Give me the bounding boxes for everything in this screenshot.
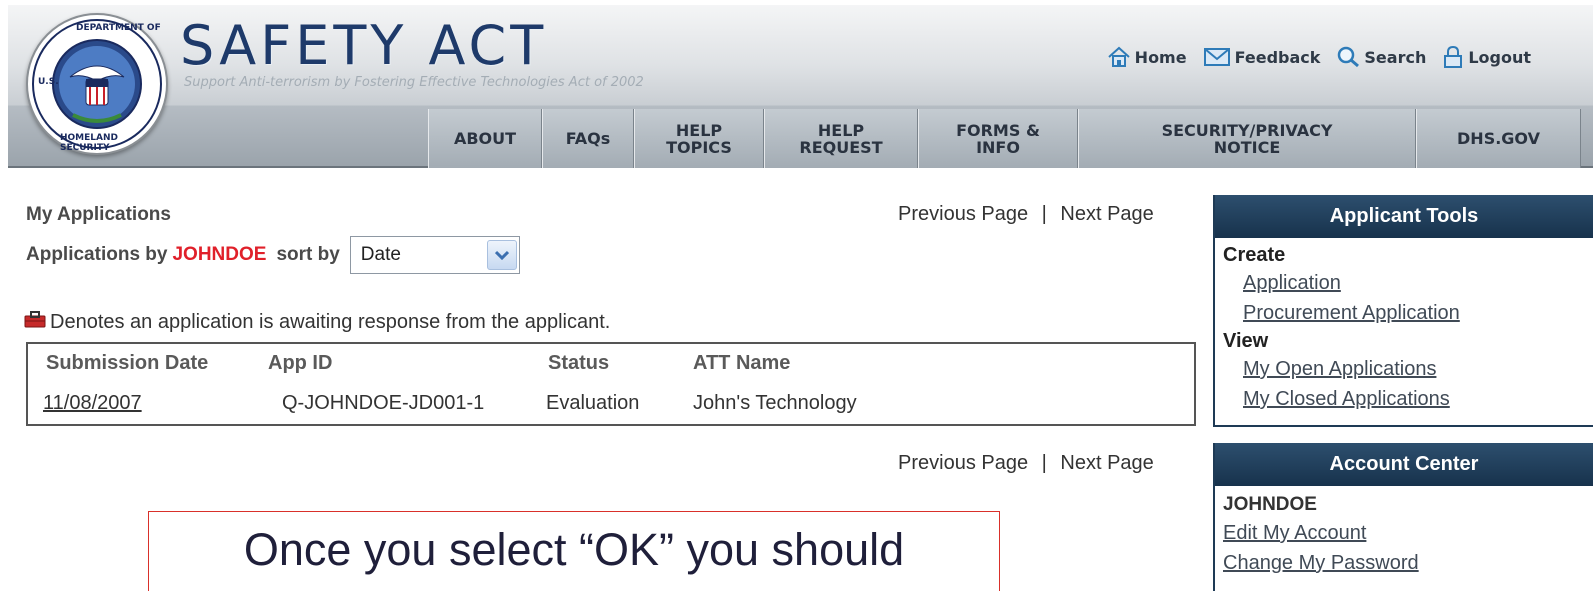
pager-separator-bottom: | bbox=[1041, 452, 1047, 474]
change-my-password-link[interactable]: Change My Password bbox=[1223, 548, 1593, 578]
nav-tab-security-privacy[interactable]: SECURITY/PRIVACY NOTICE bbox=[1078, 109, 1416, 168]
column-header-app-id[interactable]: App ID bbox=[268, 352, 332, 375]
legend-text: Denotes an application is awaiting respo… bbox=[50, 310, 611, 333]
utility-nav: Home Feedback Search Logout bbox=[1107, 45, 1531, 69]
sort-prefix: Applications by bbox=[26, 244, 168, 265]
username-highlight: JOHNDOE bbox=[172, 244, 267, 265]
nav-tab-faqs[interactable]: FAQs bbox=[542, 109, 634, 168]
feedback-link[interactable]: Feedback bbox=[1203, 46, 1321, 68]
sort-dropdown[interactable]: Date bbox=[349, 236, 520, 274]
pager-bottom: Previous Page | Next Page bbox=[898, 452, 1154, 475]
toolbox-icon bbox=[24, 310, 46, 334]
create-procurement-application-link[interactable]: Procurement Application bbox=[1243, 298, 1593, 328]
previous-page-link-bottom[interactable]: Previous Page bbox=[898, 452, 1028, 474]
applications-table: Submission Date App ID Status ATT Name 1… bbox=[26, 342, 1196, 426]
previous-page-link[interactable]: Previous Page bbox=[898, 203, 1028, 225]
seal-text-bottom: HOMELAND SECURITY bbox=[60, 133, 118, 153]
sort-bar: Applications by JOHNDOE sort by Date bbox=[26, 236, 520, 274]
view-group-label: View bbox=[1223, 330, 1269, 352]
pager-top: Previous Page | Next Page bbox=[898, 203, 1154, 226]
logout-link[interactable]: Logout bbox=[1442, 45, 1531, 69]
nav-tab-help-topics[interactable]: HELP TOPICS bbox=[634, 109, 764, 168]
dhs-seal-logo[interactable]: DEPARTMENT OF U.S. HOMELAND SECURITY bbox=[26, 13, 168, 155]
nav-tab-forms-info[interactable]: FORMS & INFO bbox=[918, 109, 1078, 168]
lock-icon bbox=[1442, 45, 1464, 69]
feedback-label: Feedback bbox=[1234, 47, 1321, 67]
site-tagline: Support Anti-terrorism by Fostering Effe… bbox=[184, 75, 644, 90]
nav-security-line2: NOTICE bbox=[1213, 137, 1281, 157]
nav-faqs-label: FAQs bbox=[565, 129, 611, 148]
edit-my-account-link[interactable]: Edit My Account bbox=[1223, 518, 1593, 548]
seal-text-top: DEPARTMENT OF bbox=[76, 23, 161, 33]
att-name-cell: John's Technology bbox=[693, 392, 857, 414]
awaiting-response-legend: Denotes an application is awaiting respo… bbox=[24, 310, 610, 334]
instruction-callout: Once you select “OK” you should bbox=[148, 511, 1000, 591]
account-username: JOHNDOE bbox=[1223, 494, 1317, 515]
column-header-submission-date[interactable]: Submission Date bbox=[46, 352, 208, 375]
account-center-title: Account Center bbox=[1215, 443, 1593, 486]
nav-tab-help-request[interactable]: HELP REQUEST bbox=[764, 109, 918, 168]
next-page-link-bottom[interactable]: Next Page bbox=[1060, 452, 1153, 474]
home-link[interactable]: Home bbox=[1107, 46, 1187, 68]
home-icon bbox=[1107, 46, 1131, 68]
column-header-att-name[interactable]: ATT Name bbox=[693, 352, 790, 375]
nav-help-topics-line2: TOPICS bbox=[666, 137, 732, 157]
create-application-link[interactable]: Application bbox=[1243, 268, 1593, 298]
nav-tab-dhs-gov[interactable]: DHS.GOV bbox=[1416, 109, 1581, 168]
search-label: Search bbox=[1364, 47, 1427, 67]
nav-help-request-line2: REQUEST bbox=[799, 137, 883, 157]
column-header-status[interactable]: Status bbox=[548, 352, 609, 375]
seal-text-left: U.S. bbox=[38, 77, 59, 87]
applicant-tools-panel: Applicant Tools Create Application Procu… bbox=[1213, 195, 1593, 427]
nav-about-label: ABOUT bbox=[453, 129, 517, 148]
next-page-link[interactable]: Next Page bbox=[1060, 203, 1153, 225]
nav-dhs-label: DHS.GOV bbox=[1457, 129, 1540, 148]
nav-forms-line2: INFO bbox=[976, 137, 1020, 157]
pager-separator: | bbox=[1041, 203, 1047, 225]
applicant-tools-title: Applicant Tools bbox=[1215, 195, 1593, 238]
site-header: DEPARTMENT OF U.S. HOMELAND SECURITY SAF… bbox=[8, 5, 1593, 168]
submission-date-link[interactable]: 11/08/2007 bbox=[43, 392, 142, 415]
sort-by-label: sort by bbox=[276, 244, 340, 265]
main-nav: ABOUT FAQs HELP TOPICS HELP REQUEST FORM… bbox=[428, 109, 1581, 168]
envelope-icon bbox=[1203, 46, 1231, 68]
search-icon bbox=[1336, 46, 1360, 68]
my-open-applications-link[interactable]: My Open Applications bbox=[1243, 354, 1593, 384]
nav-tab-about[interactable]: ABOUT bbox=[428, 109, 542, 168]
app-id-cell: Q-JOHNDOE-JD001-1 bbox=[282, 392, 485, 414]
chevron-down-icon[interactable] bbox=[486, 240, 517, 270]
home-label: Home bbox=[1134, 47, 1187, 67]
sort-selected-value: Date bbox=[360, 244, 401, 265]
nav-help-topics-line1: HELP bbox=[675, 120, 723, 140]
my-closed-applications-link[interactable]: My Closed Applications bbox=[1243, 384, 1593, 414]
search-link[interactable]: Search bbox=[1336, 46, 1426, 68]
create-group-label: Create bbox=[1223, 244, 1286, 266]
site-title[interactable]: SAFETY ACT bbox=[180, 19, 547, 73]
nav-forms-line1: FORMS & bbox=[956, 120, 1040, 140]
page-title: My Applications bbox=[26, 204, 171, 225]
instruction-text: Once you select “OK” you should bbox=[243, 524, 905, 575]
logout-label: Logout bbox=[1468, 47, 1531, 67]
account-center-panel: Account Center JOHNDOE Edit My Account C… bbox=[1213, 443, 1593, 591]
status-cell: Evaluation bbox=[546, 392, 640, 414]
nav-security-line1: SECURITY/PRIVACY bbox=[1161, 120, 1333, 140]
nav-help-request-line1: HELP bbox=[817, 120, 865, 140]
